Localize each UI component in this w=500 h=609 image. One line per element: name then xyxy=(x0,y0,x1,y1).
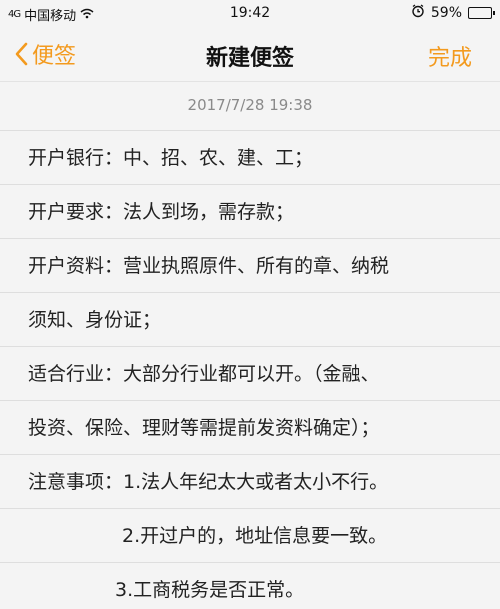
note-line[interactable]: 开户银行：中、招、农、建、工； xyxy=(0,130,500,184)
note-line[interactable]: 须知、身份证； xyxy=(0,292,500,346)
note-line[interactable]: 适合行业：大部分行业都可以开。（金融、 xyxy=(0,346,500,400)
note-line[interactable]: 开户要求：法人到场，需存款； xyxy=(0,184,500,238)
battery-percent: 59% xyxy=(430,5,462,21)
status-bar: 4G 中国移动 19:42 59% xyxy=(0,0,500,28)
note-line[interactable]: 3.工商税务是否正常。 xyxy=(0,562,500,609)
nav-bar: 便签 新建便签 完成 xyxy=(0,28,500,82)
note-timestamp: 2017/7/28 19:38 xyxy=(187,96,313,114)
note-line[interactable]: 注意事项：1.法人年纪太大或者太小不行。 xyxy=(0,454,500,508)
page-title: 新建便签 xyxy=(205,46,294,71)
note-editor[interactable]: 开户银行：中、招、农、建、工； 开户要求：法人到场，需存款； 开户资料：营业执照… xyxy=(0,130,500,609)
note-line[interactable]: 投资、保险、理财等需提前发资料确定）； xyxy=(0,400,500,454)
done-button[interactable]: 完成 xyxy=(428,40,472,72)
note-line[interactable]: 开户资料：营业执照原件、所有的章、纳税 xyxy=(0,238,500,292)
note-line[interactable]: 2.开过户的，地址信息要一致。 xyxy=(0,508,500,562)
status-right: 59% xyxy=(411,4,495,22)
alarm-icon xyxy=(411,4,425,22)
battery-icon xyxy=(468,7,495,19)
